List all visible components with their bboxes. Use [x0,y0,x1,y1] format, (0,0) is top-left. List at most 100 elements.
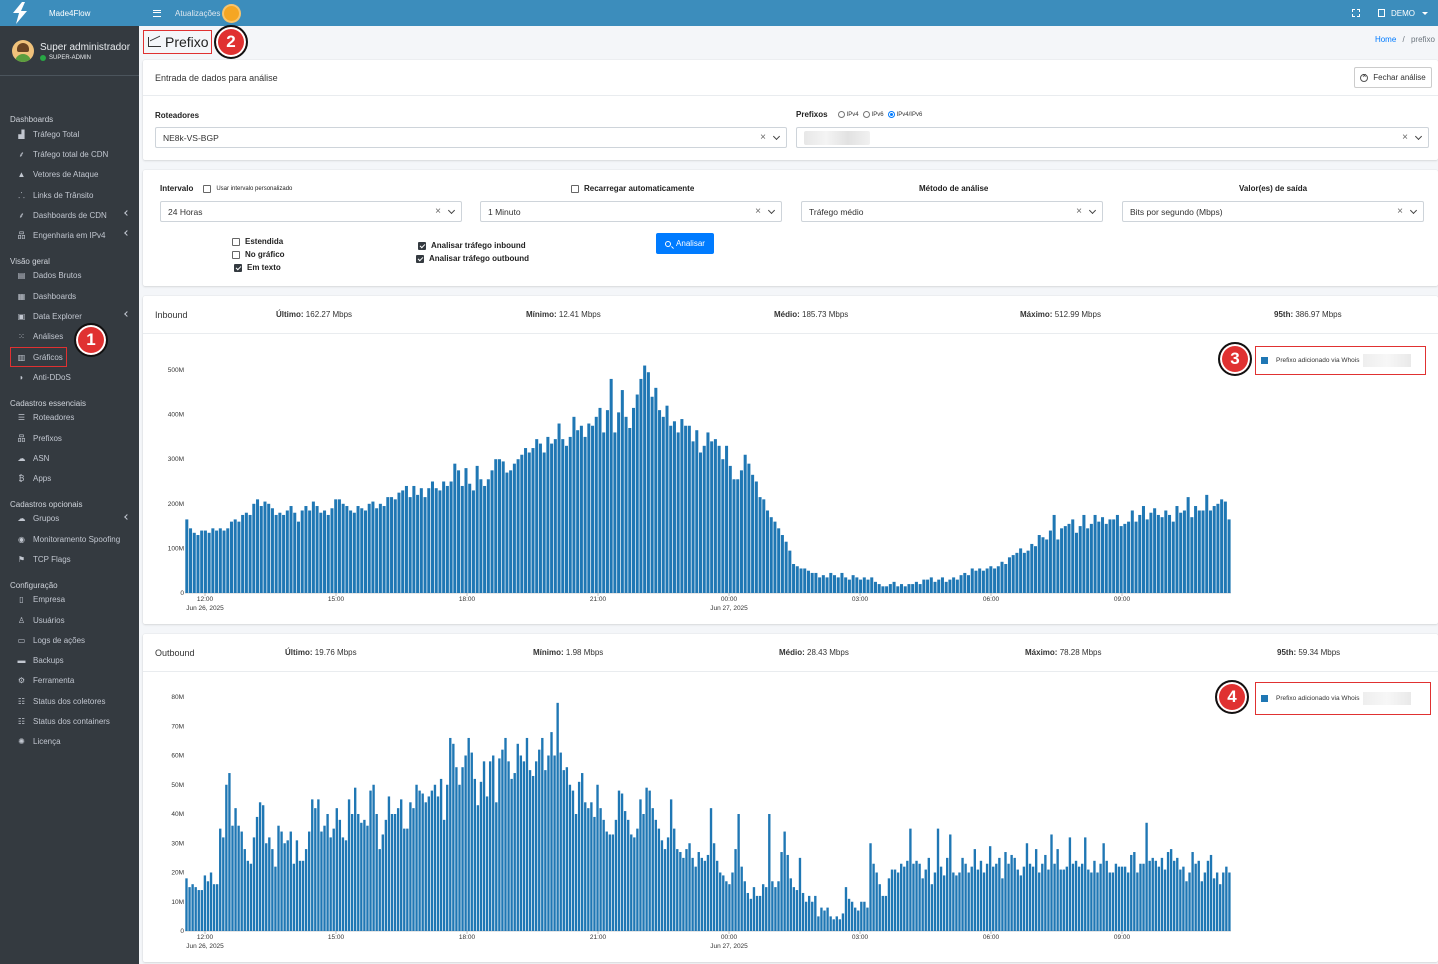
sidebar-item-links-de-transito[interactable]: ⸫ Links de Trânsito [0,185,139,205]
sidebar-item-status-dos-coletores[interactable]: ☷ Status dos coletores [0,691,139,711]
brand[interactable]: Made4Flow [0,0,139,26]
prefixes-select[interactable]: × [796,127,1429,148]
traffic-option-1[interactable]: Analisar tráfego outbound [416,254,529,263]
sidebar-item-graficos[interactable]: ▥ Gráficos [10,346,67,368]
sidebar-item-engenharia-em-ipv4[interactable]: 品 Engenharia em IPv4 [0,225,139,245]
sidebar-item-dados-brutos[interactable]: ▤ Dados Brutos [0,266,139,286]
traffic-checkbox[interactable] [418,241,426,250]
menu-toggle-icon[interactable] [153,9,161,17]
reload-interval-select[interactable]: 1 Minuto × [480,201,782,222]
prefix-radio[interactable] [862,111,870,119]
sidebar-item-empresa[interactable]: ▯ Empresa [0,590,139,610]
sidebar-item-anti-ddos[interactable]: ◗ Anti-DDoS [0,367,139,387]
sidebar-item-apps[interactable]: ₿ Apps [0,468,139,488]
clear-icon[interactable]: × [755,206,761,217]
sidebar-item-ferramenta[interactable]: ⚙ Ferramenta [0,671,139,691]
custom-interval-checkbox[interactable] [203,184,212,193]
output-select[interactable]: Bits por segundo (Mbps) × [1122,201,1424,222]
chart-bar [424,802,427,931]
caret-down-icon[interactable] [1422,11,1428,15]
interval-select[interactable]: 24 Horas × [160,201,462,222]
chart-bar [531,448,535,593]
chart-bar [1019,548,1023,593]
chevron-down-icon[interactable] [772,132,781,141]
prefix-radio[interactable] [887,111,895,119]
chart-bar [1111,872,1115,931]
chevron-down-icon[interactable] [1409,206,1418,215]
chart-bar [713,439,717,593]
breadcrumb-home[interactable]: Home [1375,35,1396,44]
updates-link[interactable]: Atualizações [175,9,220,18]
chart-bar [798,857,802,931]
option-checkbox[interactable] [232,237,240,246]
clear-icon[interactable]: × [1397,206,1403,217]
close-analysis-button[interactable]: Fechar análise [1354,67,1432,88]
option-0[interactable]: Estendida [232,237,283,246]
chart-bar [445,485,449,593]
prefix-radio[interactable] [837,111,845,119]
sidebar-item-usuarios[interactable]: ♙ Usuários [0,610,139,630]
auto-reload-checkbox[interactable] [571,184,579,193]
option-checkbox[interactable] [234,263,242,272]
updates-sun-icon[interactable] [224,5,240,21]
chart-bar [841,913,845,931]
option-2[interactable]: Em texto [234,263,281,272]
fullscreen-icon[interactable] [1352,9,1360,17]
chart-bar [274,514,278,593]
sidebar-item-trafego-total-de-cdn[interactable]: ⸙ Tráfego total de CDN [0,144,139,164]
traffic-checkbox[interactable] [416,254,424,263]
chart-bar [1074,860,1078,931]
chevron-down-icon[interactable] [1088,206,1097,215]
sidebar-item-grupos[interactable]: ☁ Grupos [0,509,139,529]
method-select[interactable]: Tráfego médio × [801,201,1103,222]
account-menu[interactable]: DEMO [1391,9,1415,18]
chart-bar [639,378,643,593]
stat-value: 512.99 Mbps [1054,310,1101,319]
chart-bar [860,901,863,931]
chevron-left-icon[interactable] [124,311,130,318]
sidebar-item-logs-de-acoes[interactable]: ▭ Logs de ações [0,630,139,650]
sidebar-item-backups[interactable]: ▬ Backups [0,651,139,671]
sidebar-item-dashboards-de-cdn[interactable]: ⸙ Dashboards de CDN [0,205,139,225]
option-checkbox[interactable] [232,250,240,259]
traffic-option-0[interactable]: Analisar tráfego inbound [418,241,526,250]
sidebar-item-data-explorer[interactable]: ▣ Data Explorer [0,306,139,326]
clear-icon[interactable]: × [760,132,766,143]
warning-icon: ▲ [17,170,26,180]
chart-bar [363,510,367,593]
chevron-left-icon[interactable] [124,230,130,237]
chevron-left-icon[interactable] [124,513,130,520]
chevron-down-icon[interactable] [767,206,776,215]
user-panel[interactable]: Super administrador SUPER-ADMIN [0,26,139,76]
chevron-down-icon[interactable] [447,206,456,215]
routers-select[interactable]: NE8k-VS-BGP × [155,127,787,148]
chart-line-icon [148,37,161,47]
clear-icon[interactable]: × [1076,206,1082,217]
chart-bar [400,799,403,931]
analyze-button[interactable]: Analisar [656,233,714,254]
sidebar-item-licenca[interactable]: ✺ Licença [0,732,139,752]
certificate-icon: ✺ [18,737,25,747]
chart-bar [446,784,449,931]
chart-bar [475,465,479,593]
sidebar-item-monitoramento-spoofing[interactable]: ◉ Monitoramento Spoofing [0,529,139,549]
sidebar-item-tcp-flags[interactable]: ⚑ TCP Flags [0,549,139,569]
sidebar-item-vetores-de-ataque[interactable]: ▲ Vetores de Ataque [0,165,139,185]
chart-bar [1071,863,1075,931]
sidebar-item-asn[interactable]: ☁ ASN [0,448,139,468]
sidebar-item-prefixos[interactable]: 品 Prefixos [0,428,139,448]
clear-icon[interactable]: × [435,206,441,217]
x-tick-label: 15:00 [328,596,345,603]
sidebar-item-analises[interactable]: ⁙ Análises [0,327,139,347]
chart-bar [476,805,480,931]
clear-icon[interactable]: × [1402,132,1408,143]
sidebar-item-roteadores[interactable]: ☰ Roteadores [0,408,139,428]
x-tick-label: 09:00 [1114,596,1131,603]
chevron-down-icon[interactable] [1414,132,1423,141]
chart-bar [721,459,725,593]
option-1[interactable]: No gráfico [232,250,285,259]
sidebar-item-trafego-total[interactable]: ▟ Tráfego Total [0,124,139,144]
sidebar-item-dashboards[interactable]: ▦ Dashboards [0,286,139,306]
chevron-left-icon[interactable] [124,210,130,217]
sidebar-item-status-dos-containers[interactable]: ☷ Status dos containers [0,711,139,731]
